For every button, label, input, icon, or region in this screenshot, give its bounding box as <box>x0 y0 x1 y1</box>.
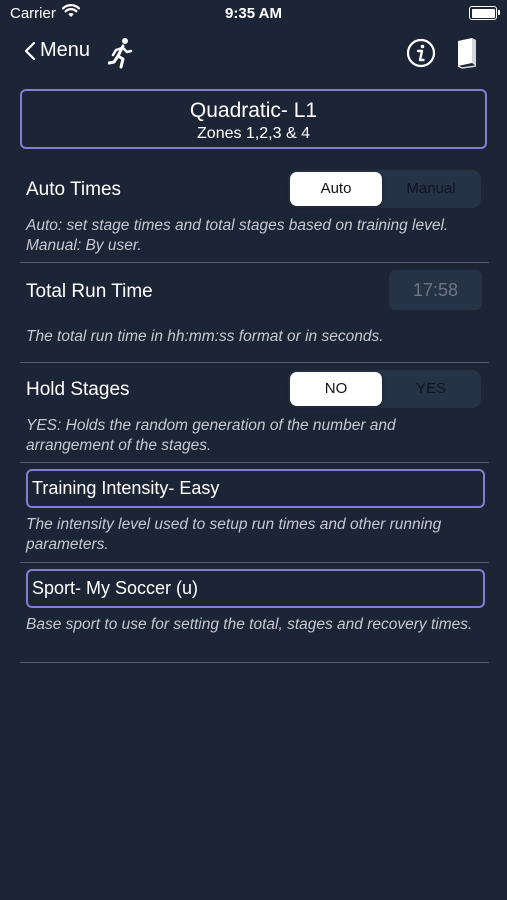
sport-description: Base sport to use for setting the total,… <box>26 616 473 633</box>
total-run-time-input[interactable]: 17:58 <box>389 270 482 310</box>
auto-times-option-auto[interactable]: Auto <box>290 172 382 206</box>
workout-title-box[interactable]: Quadratic- L1 Zones 1,2,3 & 4 <box>20 89 487 149</box>
training-intensity-select[interactable]: Training Intensity- Easy <box>26 469 485 508</box>
runner-icon[interactable] <box>107 37 134 74</box>
nav-bar: Menu <box>0 28 507 80</box>
divider <box>20 362 489 363</box>
auto-times-option-manual[interactable]: Manual <box>385 172 477 206</box>
divider <box>20 662 489 663</box>
hold-stages-option-no[interactable]: NO <box>290 372 382 406</box>
back-button[interactable]: Menu <box>24 39 90 62</box>
auto-times-description: Auto: set stage times and total stages b… <box>26 217 449 254</box>
divider <box>20 562 489 563</box>
workout-title: Quadratic- L1 <box>189 99 318 122</box>
status-bar: Carrier 9:35 AM <box>0 0 507 28</box>
back-button-label: Menu <box>40 39 91 61</box>
auto-times-segmented-control: Auto Manual <box>288 170 481 208</box>
total-run-time-label: Total Run Time <box>26 281 153 302</box>
workout-subtitle: Zones 1,2,3 & 4 <box>197 125 310 142</box>
battery-icon <box>469 6 500 20</box>
status-time: 9:35 AM <box>225 5 282 22</box>
info-icon[interactable] <box>406 38 436 73</box>
hold-stages-description: YES: Holds the random generation of the … <box>26 417 396 454</box>
hold-stages-segmented-control: NO YES <box>288 370 481 408</box>
hold-stages-option-yes[interactable]: YES <box>385 372 477 406</box>
training-intensity-description: The intensity level used to setup run ti… <box>26 516 442 553</box>
chevron-left-icon <box>24 41 36 60</box>
total-run-time-description: The total run time in hh:mm:ss format or… <box>26 328 384 345</box>
divider <box>20 462 489 463</box>
book-icon[interactable] <box>454 37 478 74</box>
divider <box>20 262 489 263</box>
sport-select[interactable]: Sport- My Soccer (u) <box>26 569 485 608</box>
hold-stages-label: Hold Stages <box>26 379 130 400</box>
auto-times-label: Auto Times <box>26 179 122 200</box>
